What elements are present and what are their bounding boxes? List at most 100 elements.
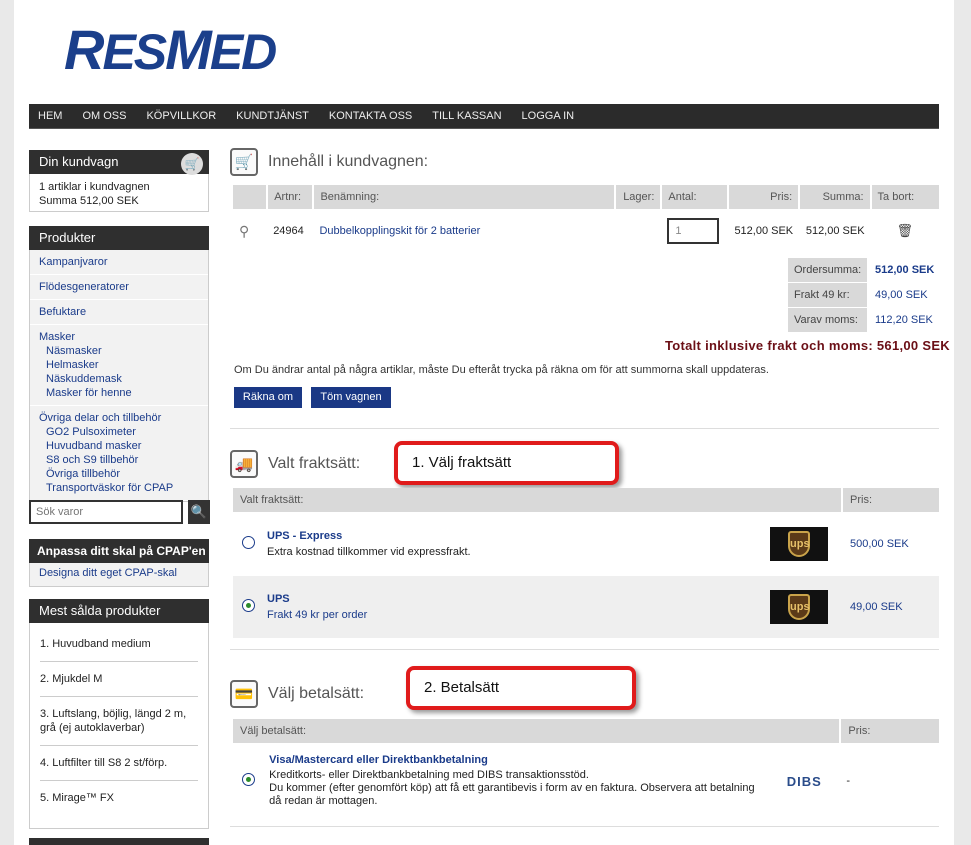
moms-label: Varav moms: [788,308,867,332]
shipping-table: Valt fraktsätt: Pris: UPS - Express Extr… [233,488,939,638]
nav-kontakta-oss[interactable]: KONTAKTA OSS [329,110,412,122]
shipping-option-price: 49,00 SEK [850,601,903,613]
shipping-radio-express[interactable] [241,536,255,549]
bestseller-item[interactable]: 4. Luftfilter till S8 2 st/förp. [40,746,198,781]
col-name: Benämning: [313,185,617,209]
subcategory-nasmasker[interactable]: Näsmasker [39,344,199,358]
col-artnr: Artnr: [267,185,315,209]
search-button[interactable]: 🔍 [188,500,210,524]
payment-card-icon: 💳 [230,680,258,708]
subcategory-naskuddemask[interactable]: Näskuddemask [39,372,199,386]
subcategory-s8-s9[interactable]: S8 och S9 tillbehör [39,453,199,467]
payment-callout: 2. Betalsätt [406,666,636,710]
shipping-option-name: UPS - Express [267,530,343,542]
payment-radio-dibs[interactable] [241,773,255,786]
subcategory-ovriga-tillbehor[interactable]: Övriga tillbehör [39,467,199,481]
nav-om-oss[interactable]: OM OSS [82,110,126,122]
frakt-label: Frakt 49 kr: [788,283,867,307]
cart-icon[interactable]: 🛒 [181,153,203,175]
quantity-input[interactable] [667,218,720,244]
product-thumbnail[interactable]: ⚲ [233,209,267,253]
products-group: Övriga delar och tillbehör GO2 Pulsoxime… [30,406,208,501]
subcategory-masker-for-henne[interactable]: Masker för henne [39,386,199,400]
search-box: 🔍 [29,500,210,526]
shipping-title: Valt fraktsätt: [268,455,361,472]
price-cell: - [840,743,939,819]
category-ovriga-delar[interactable]: Övriga delar och tillbehör [39,411,199,425]
shipping-option-row[interactable]: UPS - Express Extra kostnad tillkommer v… [233,512,939,576]
shipping-radio-ups[interactable] [241,599,255,612]
payment-header-right: Pris: [840,719,939,743]
payment-option-name: Visa/Mastercard eller Direktbankbetalnin… [269,754,488,766]
sidebar-next-box [29,838,209,845]
payment-option-note: Du kommer (efter genomfört köp) att få e… [269,782,755,807]
sidebar-custom: Anpassa ditt skal på CPAP'en Designa dit… [29,539,209,587]
row-name-cell: Dubbelkopplingskit för 2 batterier [313,209,615,253]
recalc-note: Om Du ändrar antal på några artiklar, må… [234,364,769,376]
ordersumma-value: 512,00 SEK [875,264,935,276]
radio-cell [233,512,263,576]
nav-logga-in[interactable]: LOGGA IN [522,110,575,122]
col-sum: Summa: [799,185,872,209]
bestseller-item[interactable]: 5. Mirage™ FX [40,781,198,815]
nav-hem[interactable]: HEM [38,110,62,122]
bestseller-item[interactable]: 1. Huvudband medium [40,627,198,662]
shipping-option-desc: Frakt 49 kr per order [267,609,368,621]
ups-logo-cell: ups [770,512,842,576]
nav-till-kassan[interactable]: TILL KASSAN [432,110,501,122]
trash-icon[interactable]: 🗑 [897,223,914,238]
col-image [233,185,269,209]
ordersumma-row: Ordersumma: 512,00 SEK [788,258,939,282]
shipping-callout: 1. Välj fraktsätt [394,441,619,485]
payment-option-desc: Kreditkorts- eller Direktbankbetalning m… [269,769,589,781]
ups-shield: ups [788,531,810,557]
category-kampanjvaror[interactable]: Kampanjvaror [39,255,199,269]
cart-table-header: Artnr: Benämning: Lager: Antal: Pris: Su… [233,185,939,209]
payment-option-row[interactable]: Visa/Mastercard eller Direktbankbetalnin… [233,743,939,819]
nav-kopvillkor[interactable]: KÖPVILLKOR [146,110,216,122]
row-stock [615,209,661,253]
shipping-option-row[interactable]: UPS Frakt 49 kr per order ups 49,00 SEK [233,576,939,638]
payment-title: Välj betalsätt: [268,685,365,702]
subcategory-helmasker[interactable]: Helmasker [39,358,199,372]
category-flodesgeneratorer[interactable]: Flödesgeneratorer [39,280,199,294]
custom-link[interactable]: Designa ditt eget CPAP-skal [39,567,177,579]
shipping-header: Valt fraktsätt: Pris: [233,488,939,512]
sidebar-bestsellers: Mest sålda produkter 1. Huvudband medium… [29,599,209,829]
nav-kundtjanst[interactable]: KUNDTJÄNST [236,110,309,122]
resmed-logo[interactable]: RESMED [64,22,277,78]
search-icon: 🔍 [190,504,208,519]
divider [230,826,939,827]
subcategory-huvudband[interactable]: Huvudband masker [39,439,199,453]
row-sum: 512,00 SEK [805,225,865,237]
cart-box-title: Din kundvagn [39,154,119,169]
recalc-button[interactable]: Räkna om [234,387,302,408]
ups-logo-cell: ups [770,576,842,638]
shopping-cart-icon: 🛒 [230,148,258,176]
shipping-option-price: 500,00 SEK [850,538,909,550]
bestseller-item[interactable]: 3. Luftslang, böjlig, längd 2 m, grå (ej… [40,697,198,746]
products-group: Kampanjvaror [30,250,208,275]
shipping-option-text: UPS Frakt 49 kr per order [263,576,770,638]
subcategory-go2[interactable]: GO2 Pulsoximeter [39,425,199,439]
payment-table: Välj betalsätt: Pris: Visa/Mastercard el… [233,719,939,819]
ups-logo-icon: ups [770,527,828,561]
row-name[interactable]: Dubbelkopplingskit för 2 batterier [319,225,480,237]
subcategory-transportvaskor[interactable]: Transportväskor för CPAP [39,481,199,495]
payment-header-left: Välj betalsätt: [233,719,842,743]
radio-cell [233,743,263,819]
products-header: Produkter [29,226,209,250]
cart-section: 🛒 Innehåll i kundvagnen: Artnr: Benämnin… [230,148,939,428]
category-befuktare[interactable]: Befuktare [39,305,199,319]
search-input[interactable] [29,500,183,524]
sidebar-cart: Din kundvagn 🛒 1 artiklar i kundvagnen S… [29,150,209,212]
category-masker[interactable]: Masker [39,330,199,344]
col-price: Pris: [727,185,801,209]
products-group: Flödesgeneratorer [30,275,208,300]
cart-count: 1 artiklar i kundvagnen [39,181,150,193]
shipping-header-left: Valt fraktsätt: [233,488,843,512]
bestseller-item[interactable]: 2. Mjukdel M [40,662,198,697]
shipping-option-text: UPS - Express Extra kostnad tillkommer v… [263,512,770,576]
payment-option-price: - [846,775,851,787]
empty-cart-button[interactable]: Töm vagnen [311,387,391,408]
